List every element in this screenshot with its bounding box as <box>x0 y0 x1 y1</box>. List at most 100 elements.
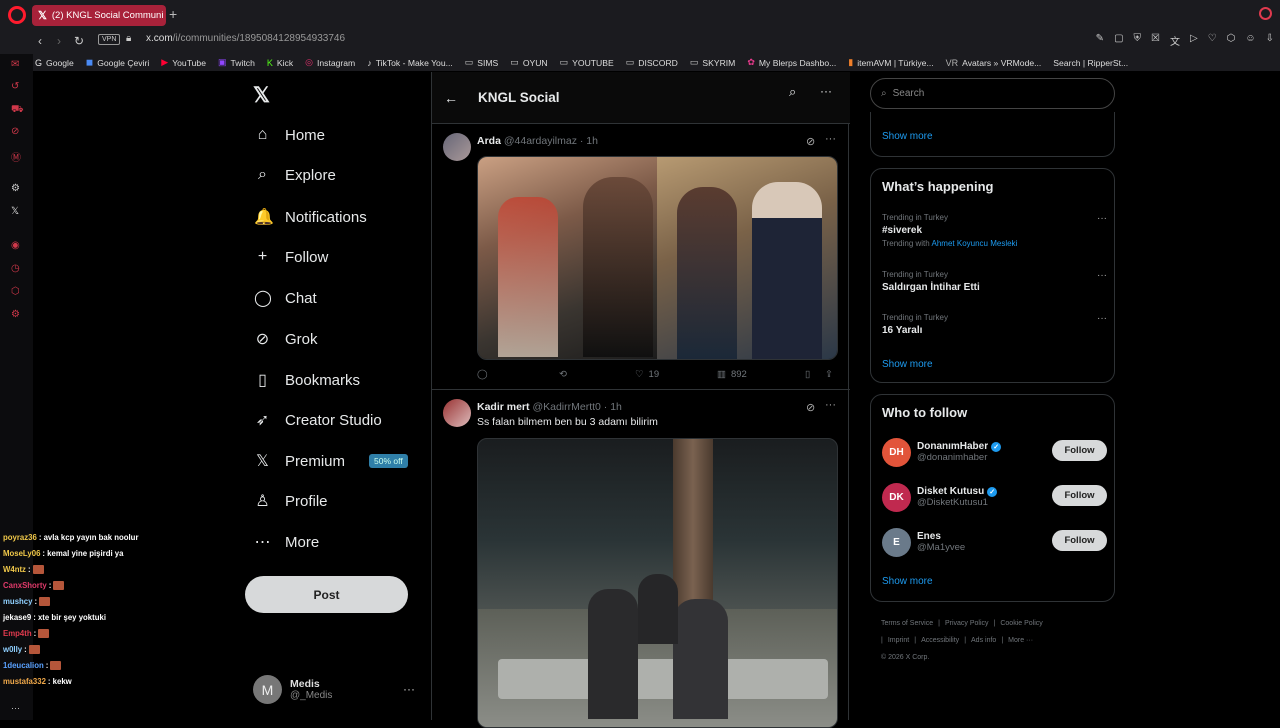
avatar[interactable]: DH <box>882 437 911 467</box>
history-icon[interactable]: ◷ <box>11 263 20 274</box>
bookmark-item[interactable]: ◎ Instagram <box>305 57 355 68</box>
tweet[interactable]: Kadir mert @KadirrMertt0 · 1h ⊘ ··· Ss f… <box>432 391 850 728</box>
nav-item-premium[interactable]: 𝕏 Premium 50% off <box>254 451 408 471</box>
show-more-link[interactable]: Show more <box>882 576 933 587</box>
follow-button[interactable]: Follow <box>1052 440 1107 461</box>
bookmark-item[interactable]: ▭ SIMS <box>465 57 499 68</box>
extensions-sidebar-icon[interactable]: ⬡ <box>11 286 20 297</box>
nav-item-explore[interactable]: ⌕ Explore <box>254 166 336 184</box>
url-field[interactable]: x.com/i/communities/1895084128954933746 <box>146 33 345 44</box>
no-icon[interactable]: ⊘ <box>11 126 19 137</box>
footer-link[interactable]: Cookie Policy <box>1000 620 1042 627</box>
trend-more-icon[interactable]: ··· <box>1097 213 1107 224</box>
bookmark-item[interactable]: ▶ YouTube <box>161 57 206 68</box>
tweet-more-icon[interactable]: ··· <box>825 133 836 145</box>
footer-link[interactable]: © 2026 X Corp. <box>881 654 929 661</box>
profile-icon[interactable]: ☺ <box>1245 33 1255 48</box>
refresh-icon[interactable]: ↺ <box>11 81 19 92</box>
follow-suggestion[interactable]: E Enes @Ma1yvee Follow <box>882 527 1107 557</box>
repost-button[interactable]: ⟲ <box>559 369 635 380</box>
heart-icon[interactable]: ♡ <box>1208 33 1217 48</box>
bookmark-item[interactable]: G Google <box>35 58 74 68</box>
views-button[interactable]: ▥ 892 <box>717 369 805 380</box>
tweet-media[interactable] <box>477 438 838 728</box>
bookmark-item[interactable]: ▮ itemAVM | Türkiye... <box>848 57 933 68</box>
follow-button[interactable]: Follow <box>1052 530 1107 551</box>
search-icon[interactable]: ⌕ <box>789 84 796 100</box>
nav-item-notifications[interactable]: 🔔 Notifications <box>254 207 367 227</box>
grok-icon[interactable]: ⊘ <box>806 135 815 148</box>
avatar[interactable]: DK <box>882 482 911 512</box>
footer-link[interactable]: Ads info <box>971 637 996 644</box>
new-tab-button[interactable]: + <box>169 6 177 22</box>
trend-item[interactable]: Trending in Turkey #siverek Trending with … <box>882 213 1107 248</box>
tweet-image-left[interactable] <box>478 157 657 359</box>
more-options-icon[interactable]: ··· <box>820 84 832 98</box>
translate-icon[interactable]: 文 <box>1170 33 1180 48</box>
bookmark-item[interactable]: VR Avatars » VRMode... <box>946 58 1042 68</box>
vpn-badge[interactable]: VPN <box>98 34 121 45</box>
extension-icon[interactable]: ☒ <box>1151 33 1160 48</box>
tweet[interactable]: Arda @44ardayilmaz · 1h ⊘ ··· ◯ ⟲ ♡ 19 ▥ 8… <box>432 125 850 390</box>
shield-icon[interactable]: ⛨ <box>1134 33 1142 48</box>
nav-item-grok[interactable]: ⊘ Grok <box>254 329 318 349</box>
nav-item-chat[interactable]: ◯ Chat <box>254 288 317 308</box>
bookmark-item[interactable]: K Kick <box>267 58 293 68</box>
follow-suggestion[interactable]: DK Disket Kutusu ✓ @DisketKutusu1 Follow <box>882 482 1107 512</box>
show-more-link[interactable]: Show more <box>882 359 933 370</box>
bookmark-item[interactable]: ▣ Twitch <box>218 57 255 68</box>
tweet-image-right[interactable] <box>657 157 837 359</box>
account-switcher[interactable]: M Medis @_Medis <box>253 675 332 704</box>
footer-link[interactable]: Imprint <box>888 637 909 644</box>
nav-item-bookmarks[interactable]: ▯ Bookmarks <box>254 370 360 390</box>
back-arrow-icon[interactable]: ← <box>444 90 458 106</box>
nav-item-more[interactable]: ⋯ More <box>254 532 320 552</box>
bookmark-item[interactable]: ✿ My Blerps Dashbo... <box>747 57 836 68</box>
bookmark-item[interactable]: ◼ Google Çeviri <box>86 57 150 68</box>
player-icon[interactable]: ◉ <box>11 240 20 251</box>
follow-button[interactable]: Follow <box>1052 485 1107 506</box>
trend-with-link[interactable]: Ahmet Koyuncu Mesleki <box>932 239 1018 248</box>
nav-item-follow[interactable]: + Follow <box>254 248 329 266</box>
grok-icon[interactable]: ⊘ <box>806 401 815 414</box>
bookmark-icon[interactable]: ▯ <box>805 369 825 380</box>
bookmark-item[interactable]: ▭ DISCORD <box>626 57 678 68</box>
suggestion-name[interactable]: DonanımHaber <box>917 441 988 452</box>
nav-item-profile[interactable]: ♙ Profile <box>254 491 327 511</box>
back-arrow-icon[interactable]: ‹ <box>38 34 42 48</box>
trend-more-icon[interactable]: ··· <box>1097 313 1107 324</box>
reload-icon[interactable]: ↻ <box>74 34 84 48</box>
download-icon[interactable]: ⇩ <box>1266 33 1274 48</box>
avatar[interactable] <box>443 399 471 427</box>
footer-link[interactable]: Terms of Service <box>881 620 933 627</box>
bookmark-item[interactable]: Search | RipperSt... <box>1053 58 1128 68</box>
suggestion-name[interactable]: Enes <box>917 531 941 542</box>
mail-icon[interactable]: ✉ <box>11 59 19 70</box>
show-more-link[interactable]: Show more <box>882 131 933 142</box>
trend-more-icon[interactable]: ··· <box>1097 270 1107 281</box>
footer-link[interactable]: Accessibility <box>921 637 959 644</box>
bag-icon[interactable]: ⛟ <box>11 104 24 117</box>
bookmark-item[interactable]: ♪ TikTok - Make You... <box>367 58 453 68</box>
trend-item[interactable]: Trending in Turkey Saldırgan İntihar Etti… <box>882 270 1107 293</box>
opera-logo-icon[interactable] <box>8 6 26 24</box>
nav-item-home[interactable]: ⌂ Home <box>254 126 325 144</box>
avatar[interactable] <box>443 133 471 161</box>
reply-button[interactable]: ◯ <box>477 369 559 380</box>
footer-link[interactable]: Privacy Policy <box>945 620 989 627</box>
puzzle-icon[interactable]: ⬡ <box>1227 33 1236 48</box>
share-icon[interactable]: ⇪ <box>825 369 833 380</box>
m-icon[interactable]: Ⓜ <box>11 149 21 164</box>
tweet-author[interactable]: Kadir mert <box>477 401 530 413</box>
tweet-author[interactable]: Arda <box>477 135 501 147</box>
like-button[interactable]: ♡ 19 <box>635 369 717 380</box>
browser-tab-active[interactable]: 𝕏 (2) KNGL Social Communi <box>32 5 166 26</box>
trend-item[interactable]: Trending in Turkey 16 Yaralı ··· <box>882 313 1107 336</box>
lock-icon[interactable]: 🔒︎ <box>126 33 131 44</box>
x-logo-icon[interactable]: 𝕏 <box>253 83 270 108</box>
account-more-icon[interactable]: ··· <box>403 682 415 696</box>
forward-arrow-icon[interactable]: › <box>57 34 61 48</box>
pin-icon[interactable]: ✎ <box>1096 33 1104 48</box>
suggestion-name[interactable]: Disket Kutusu <box>917 486 984 497</box>
avatar[interactable]: E <box>882 527 911 557</box>
